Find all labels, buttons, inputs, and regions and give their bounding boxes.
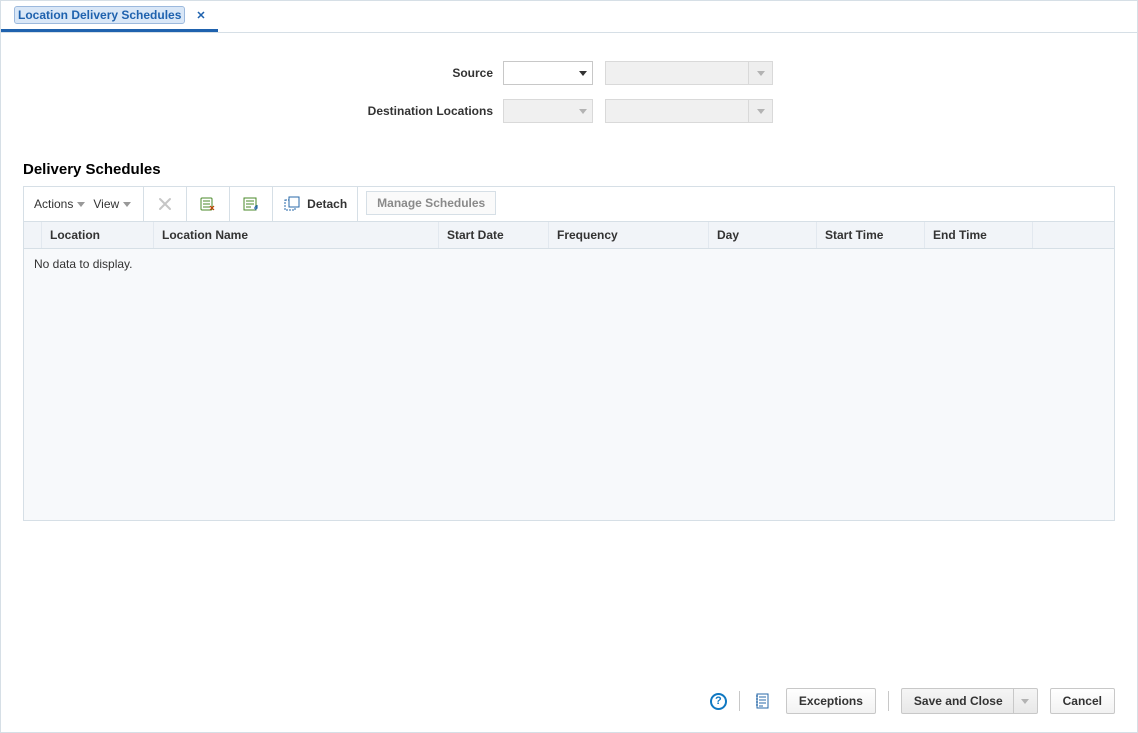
column-header-day[interactable]: Day	[709, 222, 817, 248]
toolbar-group-export	[187, 187, 230, 221]
content-area: Source Destination Locations Delivery Sc…	[1, 33, 1137, 674]
grid-toolbar: Actions View	[24, 187, 1114, 221]
chevron-down-icon	[574, 100, 592, 122]
save-and-close-label: Save and Close	[914, 694, 1003, 708]
cancel-label: Cancel	[1063, 694, 1102, 708]
delete-icon	[154, 193, 176, 215]
help-icon[interactable]: ?	[710, 693, 727, 710]
footer: ? Exceptions Save and Close Cancel	[1, 674, 1137, 732]
divider	[739, 691, 740, 711]
row-handle-header	[24, 222, 42, 248]
source-select[interactable]	[503, 61, 593, 85]
toolbar-group-delete	[144, 187, 187, 221]
source-value-select[interactable]	[605, 61, 773, 85]
detach-icon	[283, 195, 301, 213]
grid-empty-message: No data to display.	[34, 257, 133, 271]
destination-label: Destination Locations	[23, 104, 503, 118]
destination-select[interactable]	[503, 99, 593, 123]
actions-menu[interactable]: Actions	[34, 197, 85, 211]
column-header-start-date[interactable]: Start Date	[439, 222, 549, 248]
grid-wrapper: Actions View	[23, 186, 1115, 521]
destination-value-select[interactable]	[605, 99, 773, 123]
tab-label: Location Delivery Schedules	[15, 7, 184, 23]
view-menu[interactable]: View	[93, 197, 131, 211]
grid-header: Location Location Name Start Date Freque…	[24, 221, 1114, 249]
toolbar-group-menus: Actions View	[24, 187, 144, 221]
tab-bar: Location Delivery Schedules ✕	[1, 1, 1137, 33]
section-title: Delivery Schedules	[23, 161, 1115, 178]
chevron-down-icon	[1021, 699, 1029, 704]
notes-icon[interactable]	[752, 690, 774, 712]
column-header-location[interactable]: Location	[42, 222, 154, 248]
toolbar-group-detach: Detach	[273, 187, 358, 221]
chevron-down-icon	[748, 62, 772, 84]
cancel-button[interactable]: Cancel	[1050, 688, 1115, 714]
tab-location-delivery-schedules[interactable]: Location Delivery Schedules ✕	[1, 1, 218, 32]
source-label: Source	[23, 66, 503, 80]
toolbar-group-wrap	[230, 187, 273, 221]
chevron-down-icon	[77, 202, 85, 207]
chevron-down-icon	[574, 62, 592, 84]
divider	[888, 691, 889, 711]
form-row-destination: Destination Locations	[23, 99, 1115, 123]
detach-label: Detach	[307, 197, 347, 211]
close-tab-icon[interactable]: ✕	[196, 9, 205, 22]
view-menu-label: View	[93, 197, 119, 211]
grid-body: No data to display.	[24, 249, 1114, 520]
save-and-close-caret[interactable]	[1013, 689, 1037, 713]
actions-menu-label: Actions	[34, 197, 73, 211]
exceptions-button[interactable]: Exceptions	[786, 688, 876, 714]
form-row-source: Source	[23, 61, 1115, 85]
wrap-icon[interactable]	[240, 193, 262, 215]
chevron-down-icon	[123, 202, 131, 207]
export-icon[interactable]	[197, 193, 219, 215]
chevron-down-icon	[748, 100, 772, 122]
form-area: Source Destination Locations	[23, 51, 1115, 161]
column-header-frequency[interactable]: Frequency	[549, 222, 709, 248]
column-header-location-name[interactable]: Location Name	[154, 222, 439, 248]
manage-schedules-button: Manage Schedules	[366, 191, 496, 215]
column-header-end-time[interactable]: End Time	[925, 222, 1033, 248]
page-root: Location Delivery Schedules ✕ Source Des…	[0, 0, 1138, 733]
manage-schedules-label: Manage Schedules	[377, 196, 485, 210]
column-header-start-time[interactable]: Start Time	[817, 222, 925, 248]
save-and-close-button[interactable]: Save and Close	[901, 688, 1038, 714]
detach-button[interactable]: Detach	[283, 195, 347, 213]
exceptions-label: Exceptions	[799, 694, 863, 708]
